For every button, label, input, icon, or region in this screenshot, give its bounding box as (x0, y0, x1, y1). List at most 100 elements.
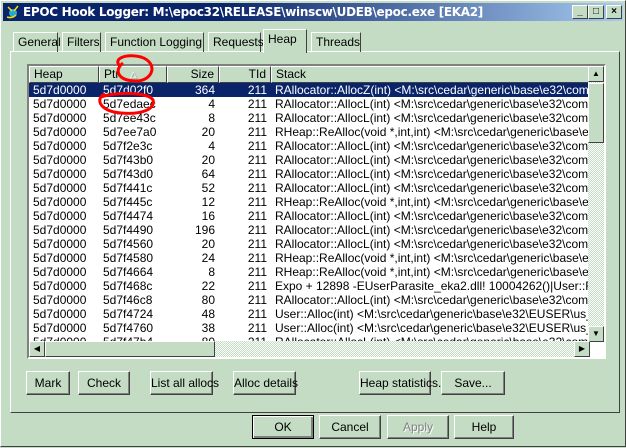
cell-ptr: 5d7f2e3c (103, 139, 153, 153)
heap-list[interactable]: Heap Ptr △ Size TId Stack 5d7d0000 5d7d02f… (27, 64, 606, 359)
mark-button[interactable]: Mark (26, 371, 70, 395)
ok-button[interactable]: OK (252, 415, 314, 439)
heap-statistics-button[interactable]: Heap statistics... (359, 371, 448, 395)
table-row[interactable]: 5d7d0000 5d7d02f0 364 211 RAllocator::AllocZ… (29, 83, 590, 97)
scroll-right-button[interactable]: ▶ (574, 341, 590, 357)
horizontal-scroll-thumb[interactable] (45, 341, 215, 357)
table-row[interactable]: 5d7d0000 5d7ee43c 8 211 RAllocator::AllocL(i… (29, 111, 590, 125)
cell-size: 4 (208, 97, 215, 111)
cell-ptr: 5d7f4490 (103, 223, 154, 237)
cell-ptr: 5d7edaec (103, 97, 156, 111)
cell-size: 20 (201, 237, 215, 251)
help-button[interactable]: Help (454, 415, 514, 439)
cell-tid: 211 (247, 181, 267, 195)
cell-tid: 211 (247, 251, 267, 265)
tab-general[interactable]: General (13, 32, 61, 52)
cell-stack: RHeap::ReAlloc(void *,int,int) <M:\src\c… (275, 125, 590, 139)
apply-button[interactable]: Apply (387, 415, 449, 439)
table-row[interactable]: 5d7d0000 5d7f445c 12 211 RHeap::ReAlloc(void… (29, 195, 590, 209)
close-button[interactable]: × (606, 5, 622, 19)
cell-heap: 5d7d0000 (33, 125, 87, 139)
column-header-size[interactable]: Size (167, 66, 219, 83)
table-row[interactable]: 5d7d0000 5d7f4580 24 211 RHeap::ReAlloc(void… (29, 251, 590, 265)
check-button[interactable]: Check (78, 371, 130, 395)
cell-ptr: 5d7f43b0 (103, 153, 154, 167)
tab-threads[interactable]: Threads (311, 32, 361, 52)
cell-heap: 5d7d0000 (33, 139, 87, 153)
cell-ptr: 5d7ee7a0 (103, 125, 157, 139)
tab-heap[interactable]: Heap (263, 29, 307, 53)
cell-size: 4 (208, 139, 215, 153)
maximize-button[interactable]: □ (588, 5, 604, 19)
cell-ptr: 5d7f468c (103, 279, 153, 293)
cell-tid: 211 (247, 153, 267, 167)
save-button[interactable]: Save... (441, 371, 505, 395)
scroll-down-button[interactable]: ▼ (588, 326, 604, 342)
cell-heap: 5d7d0000 (33, 321, 87, 335)
cell-heap: 5d7d0000 (33, 181, 87, 195)
cell-heap: 5d7d0000 (33, 251, 87, 265)
column-header-stack[interactable]: Stack (271, 66, 590, 83)
cell-size: 196 (194, 223, 215, 237)
cell-heap: 5d7d0000 (33, 167, 87, 181)
cell-heap: 5d7d0000 (33, 223, 87, 237)
cell-stack: RHeap::ReAlloc(void *,int,int) <M:\src\c… (275, 251, 590, 265)
column-header-ptr[interactable]: Ptr △ (99, 66, 167, 83)
cell-size: 16 (201, 209, 215, 223)
cell-stack: RAllocator::AllocL(int) <M:\src\cedar\ge… (275, 181, 590, 195)
cell-heap: 5d7d0000 (33, 279, 87, 293)
minimize-button[interactable]: _ (572, 5, 588, 19)
column-header-tid[interactable]: TId (219, 66, 271, 83)
cell-stack: RAllocator::AllocL(int) <M:\src\cedar\ge… (275, 139, 590, 153)
tab-requests[interactable]: Requests (208, 32, 264, 52)
cell-size: 12 (201, 195, 215, 209)
cell-stack: Expo + 12898 -EUserParasite_eka2.dll! 10… (275, 279, 590, 293)
table-row[interactable]: 5d7d0000 5d7ee7a0 20 211 RHeap::ReAlloc(void… (29, 125, 590, 139)
cell-stack: RAllocator::AllocL(int) <M:\src\cedar\ge… (275, 97, 590, 111)
table-row[interactable]: 5d7d0000 5d7f46c8 80 211 RAllocator::AllocL(… (29, 293, 590, 307)
cancel-button[interactable]: Cancel (319, 415, 381, 439)
cell-tid: 211 (247, 279, 267, 293)
scroll-up-button[interactable]: ▲ (588, 66, 604, 82)
cell-heap: 5d7d0000 (33, 195, 87, 209)
table-row[interactable]: 5d7d0000 5d7f43d0 64 211 RAllocator::AllocL(… (29, 167, 590, 181)
vertical-scroll-thumb[interactable] (588, 83, 604, 143)
table-row[interactable]: 5d7d0000 5d7f4490 196 211 RAllocator::AllocL… (29, 223, 590, 237)
table-row[interactable]: 5d7d0000 5d7edaec 4 211 RAllocator::AllocL(i… (29, 97, 590, 111)
table-row[interactable]: 5d7d0000 5d7f43b0 20 211 RAllocator::AllocL(… (29, 153, 590, 167)
column-header-heap[interactable]: Heap (29, 66, 99, 83)
cell-size: 8 (208, 265, 215, 279)
scroll-left-button[interactable]: ◀ (29, 341, 45, 357)
cell-stack: RAllocator::AllocL(int) <M:\src\cedar\ge… (275, 293, 590, 307)
cell-stack: RHeap::ReAlloc(void *,int,int) <M:\src\c… (275, 265, 590, 279)
list-all-allocs-button[interactable]: List all allocs (150, 371, 219, 395)
cell-size: 64 (201, 167, 215, 181)
table-row[interactable]: 5d7d0000 5d7f4760 38 211 User::Alloc(int) <M… (29, 321, 590, 335)
alloc-details-button[interactable]: Alloc details (233, 371, 298, 395)
cell-ptr: 5d7f4724 (103, 307, 154, 321)
tab-filters[interactable]: Filters (62, 32, 101, 52)
cell-ptr: 5d7f4474 (103, 209, 154, 223)
table-row[interactable]: 5d7d0000 5d7f4474 16 211 RAllocator::AllocL(… (29, 209, 590, 223)
cell-heap: 5d7d0000 (33, 237, 87, 251)
table-row[interactable]: 5d7d0000 5d7f441c 52 211 RAllocator::AllocL(… (29, 181, 590, 195)
table-row[interactable]: 5d7d0000 5d7f4664 8 211 RHeap::ReAlloc(void … (29, 265, 590, 279)
cell-tid: 211 (247, 321, 267, 335)
cell-size: 38 (201, 321, 215, 335)
table-row[interactable]: 5d7d0000 5d7f468c 22 211 Expo + 12898 -EUser… (29, 279, 590, 293)
table-row[interactable]: 5d7d0000 5d7f2e3c 4 211 RAllocator::AllocL(i… (29, 139, 590, 153)
tab-function-logging[interactable]: Function Logging (105, 32, 204, 52)
horizontal-scrollbar[interactable]: ◀ ▶ (29, 341, 590, 357)
cell-size: 22 (201, 279, 215, 293)
cell-heap: 5d7d0000 (33, 265, 87, 279)
vertical-scrollbar[interactable]: ▲ ▼ (588, 66, 604, 342)
cell-tid: 211 (247, 237, 267, 251)
cell-ptr: 5d7f4664 (103, 265, 154, 279)
cell-stack: User::Alloc(int) <M:\src\cedar\generic\b… (275, 321, 590, 335)
cell-size: 80 (201, 293, 215, 307)
table-row[interactable]: 5d7d0000 5d7f4724 48 211 User::Alloc(int) <M… (29, 307, 590, 321)
cell-tid: 211 (247, 167, 267, 181)
list-header: Heap Ptr △ Size TId Stack (29, 66, 590, 83)
list-rows: 5d7d0000 5d7d02f0 364 211 RAllocator::AllocZ… (29, 83, 590, 349)
table-row[interactable]: 5d7d0000 5d7f4560 20 211 RAllocator::AllocL(… (29, 237, 590, 251)
